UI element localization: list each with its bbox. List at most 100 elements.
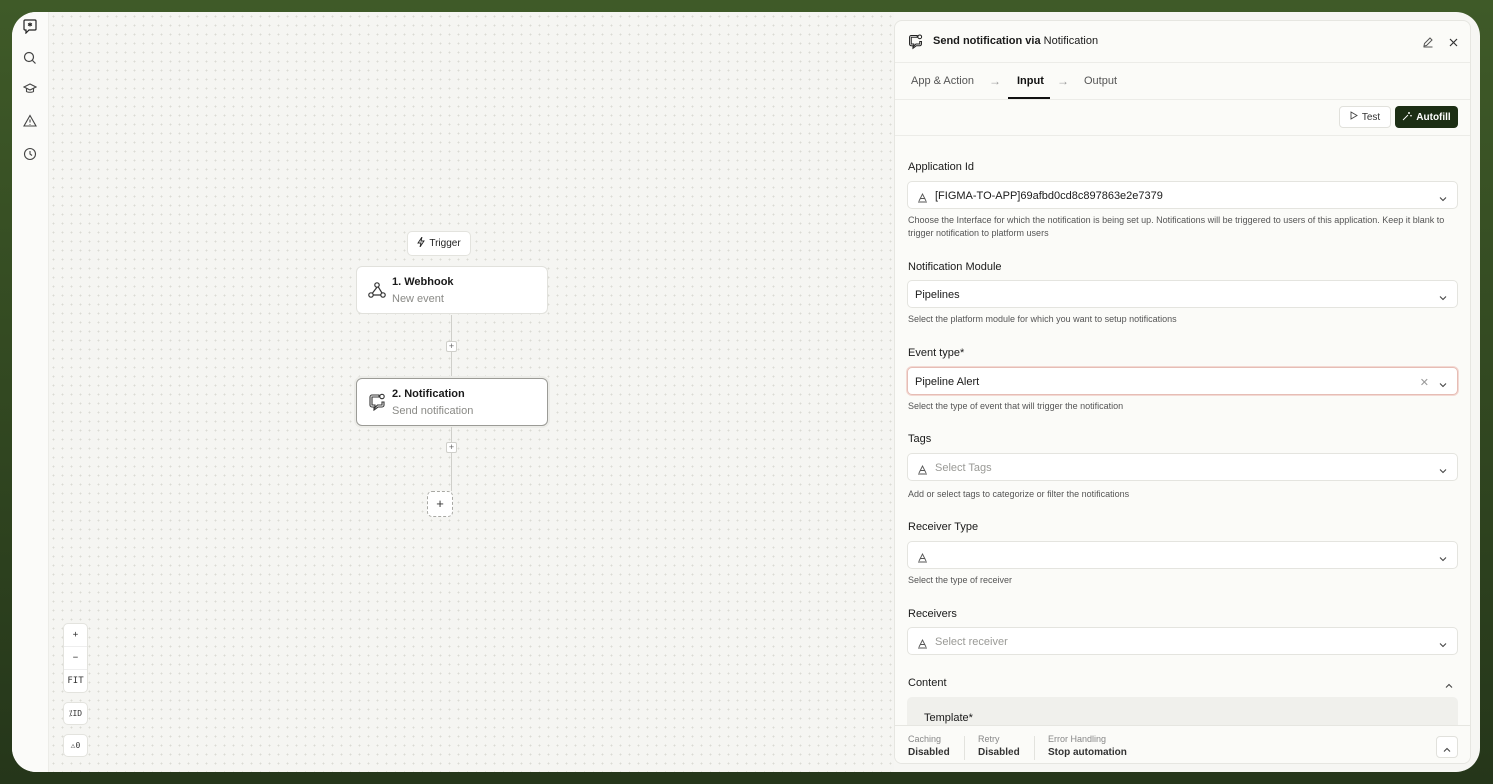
chevron-down-icon [1438, 191, 1448, 202]
retry-label: Retry [978, 734, 1000, 744]
receiver-type-select[interactable] [907, 541, 1458, 569]
event-type-label: Event type* [908, 347, 965, 359]
node-subtitle: New event [392, 293, 444, 305]
logo-chat-icon[interactable] [21, 17, 39, 35]
caching-value: Disabled [908, 747, 950, 758]
test-label: Test [1361, 111, 1381, 123]
warnings-count: 0 [75, 741, 81, 750]
workflow-canvas[interactable]: Trigger 1. Webhook New event + 2. Notifi… [49, 12, 894, 772]
arrow-right-icon: → [1057, 74, 1069, 88]
panel-title: Send notification via Notification [933, 35, 1098, 47]
insert-step-button[interactable]: + [446, 442, 457, 453]
graduation-cap-icon[interactable] [21, 80, 39, 98]
autofill-button[interactable]: Autofill [1395, 106, 1458, 128]
receivers-label: Receivers [908, 608, 957, 620]
clear-icon[interactable]: ✕ [1420, 376, 1429, 389]
receiver-type-label: Receiver Type [908, 521, 979, 533]
fit-view-button[interactable]: FIT [64, 670, 87, 693]
search-icon[interactable] [21, 49, 39, 67]
error-handling-value: Stop automation [1048, 747, 1127, 758]
text-type-icon [917, 636, 929, 649]
node-title: 2. Notification [392, 388, 465, 400]
trigger-label: Trigger [429, 238, 461, 249]
text-type-icon [917, 462, 929, 475]
expand-footer-button[interactable] [1436, 736, 1458, 758]
error-handling-setting[interactable]: Error Handling Stop automation [1048, 734, 1127, 758]
notification-node[interactable]: 2. Notification Send notification [356, 378, 548, 426]
chevron-down-icon [1438, 551, 1448, 562]
zoom-out-button[interactable]: − [64, 647, 87, 670]
panel-actions: Test Autofill [895, 100, 1470, 136]
tags-label: Tags [908, 433, 932, 445]
application-id-help: Choose the Interface for which the notif… [908, 215, 1445, 238]
webhook-icon [367, 280, 387, 300]
insert-step-button[interactable]: + [446, 341, 457, 352]
chevron-down-icon [1438, 290, 1448, 301]
panel-title-prefix: Send notification via [933, 35, 1041, 47]
text-type-icon [917, 190, 929, 203]
notification-chat-icon [367, 392, 387, 412]
tab-input[interactable]: Input [1017, 75, 1044, 87]
chevron-up-icon [1442, 742, 1452, 760]
template-label: Template* [924, 712, 973, 724]
toggle-ids-button[interactable]: ⁒ID [63, 702, 88, 725]
history-icon[interactable] [21, 145, 39, 163]
zoom-controls: + − FIT [63, 623, 88, 693]
panel-title-app: Notification [1043, 35, 1099, 47]
chevron-down-icon [1438, 637, 1448, 648]
chevron-down-icon [1438, 463, 1448, 474]
magic-wand-icon [1402, 111, 1413, 124]
node-title: 1. Webhook [392, 276, 454, 288]
add-step-button[interactable]: + [427, 491, 453, 517]
tags-select[interactable]: Select Tags [907, 453, 1458, 481]
receiver-type-help: Select the type of receiver [908, 575, 1013, 585]
play-icon [1350, 111, 1358, 123]
notification-module-label: Notification Module [908, 261, 1002, 273]
caching-label: Caching [908, 734, 942, 744]
tags-placeholder: Select Tags [935, 462, 992, 474]
test-button[interactable]: Test [1339, 106, 1391, 128]
toggle-ids-label: ID [72, 709, 83, 718]
close-icon[interactable] [1448, 35, 1459, 53]
active-tab-indicator [1008, 97, 1050, 99]
notification-module-value: Pipelines [915, 289, 960, 301]
panel-tabs: App & Action → Input → Output [895, 63, 1470, 100]
tags-help: Add or select tags to categorize or filt… [908, 489, 1130, 499]
chevron-down-icon [1438, 377, 1448, 388]
panel-header: Send notification via Notification [895, 21, 1470, 63]
retry-value: Disabled [978, 747, 1020, 758]
application-id-select[interactable]: [FIGMA-TO-APP]69afbd0cd8c897863e2e7379 [907, 181, 1458, 209]
lightning-icon [417, 236, 426, 250]
application-id-value: [FIGMA-TO-APP]69afbd0cd8c897863e2e7379 [935, 190, 1163, 202]
warnings-button[interactable]: ⚠0 [63, 734, 88, 757]
edit-pencil-icon[interactable] [1422, 35, 1434, 53]
content-section-label[interactable]: Content [908, 677, 947, 689]
arrow-right-icon: → [989, 74, 1001, 88]
receivers-placeholder: Select receiver [935, 636, 1008, 648]
footer-divider [964, 736, 965, 760]
warning-icon[interactable] [21, 112, 39, 130]
event-type-help: Select the type of event that will trigg… [908, 401, 1124, 411]
left-rail [12, 12, 49, 772]
text-type-icon [917, 550, 929, 563]
notification-module-help: Select the platform module for which you… [908, 314, 1177, 324]
notification-chat-icon [907, 33, 924, 55]
trigger-badge: Trigger [407, 231, 471, 256]
autofill-label: Autofill [1416, 111, 1451, 123]
caching-setting[interactable]: Caching Disabled [908, 734, 950, 758]
chevron-up-icon[interactable] [1444, 678, 1454, 696]
tab-app-action[interactable]: App & Action [911, 75, 974, 87]
zoom-in-button[interactable]: + [64, 624, 87, 647]
receivers-select[interactable]: Select receiver [907, 627, 1458, 655]
notification-module-select[interactable]: Pipelines [907, 280, 1458, 308]
tab-output[interactable]: Output [1084, 75, 1117, 87]
footer-divider [1034, 736, 1035, 760]
connector-line [451, 427, 452, 491]
app-frame: Trigger 1. Webhook New event + 2. Notifi… [12, 12, 1480, 772]
retry-setting[interactable]: Retry Disabled [978, 734, 1020, 758]
webhook-node[interactable]: 1. Webhook New event [356, 266, 548, 314]
event-type-value: Pipeline Alert [915, 376, 980, 388]
event-type-select[interactable]: Pipeline Alert ✕ [907, 367, 1458, 395]
node-subtitle: Send notification [392, 405, 474, 417]
panel-footer: Caching Disabled Retry Disabled Error Ha… [895, 725, 1470, 763]
